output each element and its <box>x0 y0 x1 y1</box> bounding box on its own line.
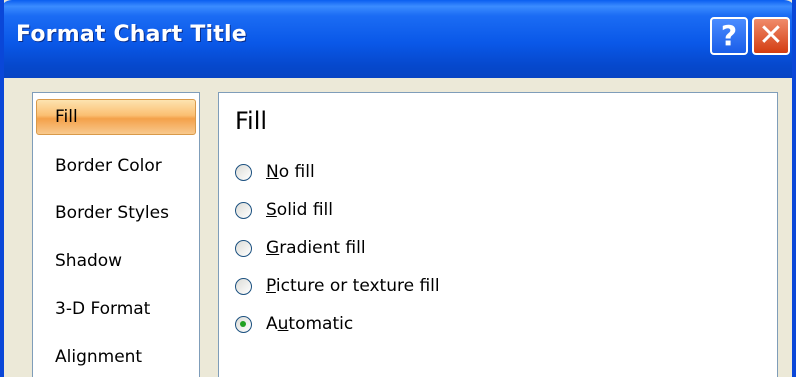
radio-button-icon[interactable] <box>235 163 252 181</box>
gradient-fill-radio[interactable]: Gradient fill <box>235 235 366 261</box>
category-item-label: Shadow <box>55 251 123 271</box>
dialog-body: Fill Border Color Border Styles Shadow 3… <box>4 78 792 377</box>
title-bar[interactable]: Format Chart Title ? ✕ <box>4 0 792 78</box>
automatic-radio[interactable]: Automatic <box>235 311 353 337</box>
category-list: Fill Border Color Border Styles Shadow 3… <box>32 92 200 377</box>
no-fill-label: No fill <box>266 162 315 182</box>
category-item-alignment[interactable]: Alignment <box>33 339 199 375</box>
category-item-3d-format[interactable]: 3-D Format <box>33 291 199 327</box>
help-button[interactable]: ? <box>710 17 748 55</box>
section-title: Fill <box>235 107 268 135</box>
format-chart-title-dialog: Format Chart Title ? ✕ Fill Border Color… <box>0 0 796 377</box>
accelerator-key: S <box>266 200 277 220</box>
radio-selected-dot <box>240 320 246 327</box>
window-title: Format Chart Title <box>16 22 247 47</box>
radio-button-icon[interactable] <box>235 315 252 333</box>
category-item-border-styles[interactable]: Border Styles <box>33 195 199 231</box>
radio-button-icon[interactable] <box>235 201 252 219</box>
accelerator-key: u <box>277 314 289 334</box>
category-item-label: Border Styles <box>55 203 169 223</box>
automatic-label: Automatic <box>266 314 353 334</box>
picture-texture-fill-radio[interactable]: Picture or texture fill <box>235 273 440 299</box>
no-fill-radio[interactable]: No fill <box>235 159 315 185</box>
label-text: olid fill <box>276 200 333 220</box>
label-text: o fill <box>278 162 315 182</box>
gradient-fill-label: Gradient fill <box>266 238 366 258</box>
accelerator-key: G <box>266 238 280 258</box>
category-item-label: Fill <box>55 107 78 127</box>
help-icon: ? <box>720 19 738 52</box>
accelerator-key: N <box>266 162 279 182</box>
label-text: A <box>266 314 278 334</box>
radio-button-icon[interactable] <box>235 277 252 295</box>
category-item-label: Alignment <box>55 347 143 367</box>
picture-texture-fill-label: Picture or texture fill <box>266 276 440 296</box>
label-text: tomatic <box>288 314 354 334</box>
close-button[interactable]: ✕ <box>752 17 790 55</box>
close-icon: ✕ <box>758 18 784 53</box>
category-item-label: 3-D Format <box>55 299 151 319</box>
category-item-border-color[interactable]: Border Color <box>33 148 199 184</box>
label-text: icture or texture fill <box>275 276 440 296</box>
radio-button-icon[interactable] <box>235 239 252 257</box>
label-text: radient fill <box>279 238 366 258</box>
category-item-label: Border Color <box>55 156 162 176</box>
solid-fill-label: Solid fill <box>266 200 333 220</box>
category-item-fill[interactable]: Fill <box>36 99 196 135</box>
solid-fill-radio[interactable]: Solid fill <box>235 197 333 223</box>
accelerator-key: P <box>266 276 276 296</box>
fill-panel: Fill No fill Solid fill Gradient fill Pi… <box>218 92 778 377</box>
category-item-shadow[interactable]: Shadow <box>33 243 199 279</box>
